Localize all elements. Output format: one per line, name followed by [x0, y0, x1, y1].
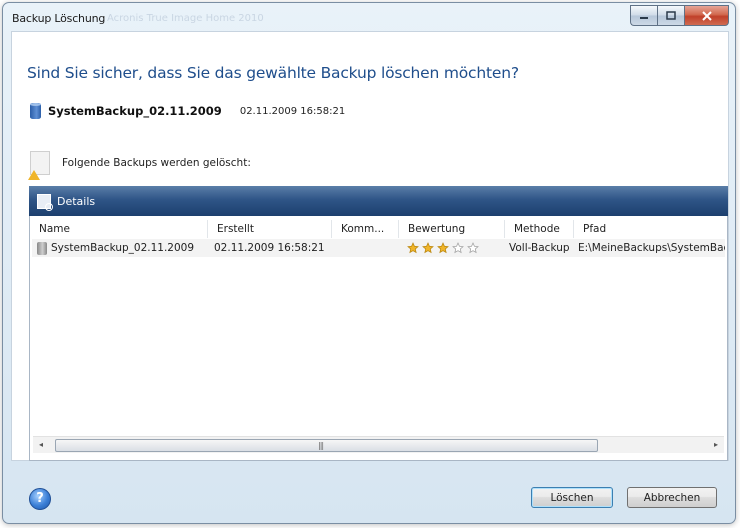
row-created: 02.11.2009 16:58:21 — [214, 242, 325, 254]
horizontal-scrollbar[interactable]: ◂ ||| ▸ — [33, 436, 724, 453]
info-line: Folgende Backups werden gelöscht: — [28, 148, 251, 180]
details-label: Details — [57, 194, 96, 208]
details-header[interactable]: Details — [29, 186, 728, 216]
dialog-window: Backup Löschung Acronis True Image Home … — [2, 2, 736, 524]
document-warning-icon — [28, 151, 50, 180]
backup-list[interactable]: Name Erstellt Komm... Bewertung Methode … — [29, 216, 728, 461]
row-method: Voll-Backup — [509, 242, 570, 254]
column-header-method[interactable]: Methode — [505, 220, 574, 238]
backup-file-icon — [37, 241, 47, 255]
row-name: SystemBackup_02.11.2009 — [51, 242, 195, 254]
window-controls — [630, 5, 729, 26]
row-name-cell: SystemBackup_02.11.2009 — [32, 239, 208, 257]
minimize-button[interactable] — [630, 5, 657, 26]
help-icon[interactable]: ? — [29, 488, 51, 510]
column-header-name[interactable]: Name — [30, 220, 208, 238]
row-rating — [399, 239, 505, 257]
scroll-grip-icon: ||| — [318, 441, 324, 450]
row-path: E:\MeineBackups\SystemBackup — [578, 242, 725, 254]
database-icon — [30, 103, 41, 119]
scroll-right-button[interactable]: ▸ — [708, 437, 724, 453]
close-icon — [701, 10, 712, 21]
maximize-icon — [666, 10, 676, 20]
backup-name: SystemBackup_02.11.2009 — [48, 104, 222, 118]
details-icon — [37, 193, 53, 211]
star-filled-icon[interactable] — [407, 242, 419, 254]
star-empty-icon[interactable] — [452, 242, 464, 254]
maximize-button[interactable] — [657, 5, 684, 26]
column-header-comment[interactable]: Komm... — [332, 220, 399, 238]
column-header-rating[interactable]: Bewertung — [399, 220, 505, 238]
column-header-created[interactable]: Erstellt — [208, 220, 332, 238]
list-header: Name Erstellt Komm... Bewertung Methode … — [30, 220, 727, 238]
dialog-footer: ? Löschen Abbrechen — [3, 461, 735, 523]
delete-button[interactable]: Löschen — [531, 487, 613, 508]
scroll-left-button[interactable]: ◂ — [33, 437, 49, 453]
star-filled-icon[interactable] — [422, 242, 434, 254]
row-comment — [332, 239, 399, 257]
cancel-button[interactable]: Abbrechen — [627, 487, 717, 508]
star-filled-icon[interactable] — [437, 242, 449, 254]
table-row[interactable]: SystemBackup_02.11.2009 02.11.2009 16:58… — [32, 239, 725, 257]
close-button[interactable] — [684, 5, 729, 26]
backup-date: 02.11.2009 16:58:21 — [239, 105, 346, 117]
dialog-content: Sind Sie sicher, dass Sie das gewählte B… — [11, 31, 729, 461]
scroll-thumb[interactable]: ||| — [55, 439, 598, 452]
column-header-path[interactable]: Pfad — [574, 220, 727, 238]
selected-backup: SystemBackup_02.11.2009 02.11.2009 16:58… — [30, 102, 345, 120]
title-bar[interactable]: Backup Löschung Acronis True Image Home … — [3, 3, 735, 33]
info-text: Folgende Backups werden gelöscht: — [62, 157, 251, 169]
window-title: Backup Löschung — [12, 12, 106, 25]
star-empty-icon[interactable] — [467, 242, 479, 254]
confirm-question: Sind Sie sicher, dass Sie das gewählte B… — [27, 64, 519, 82]
minimize-icon — [640, 16, 648, 19]
window-title-watermark: Acronis True Image Home 2010 — [107, 13, 264, 24]
